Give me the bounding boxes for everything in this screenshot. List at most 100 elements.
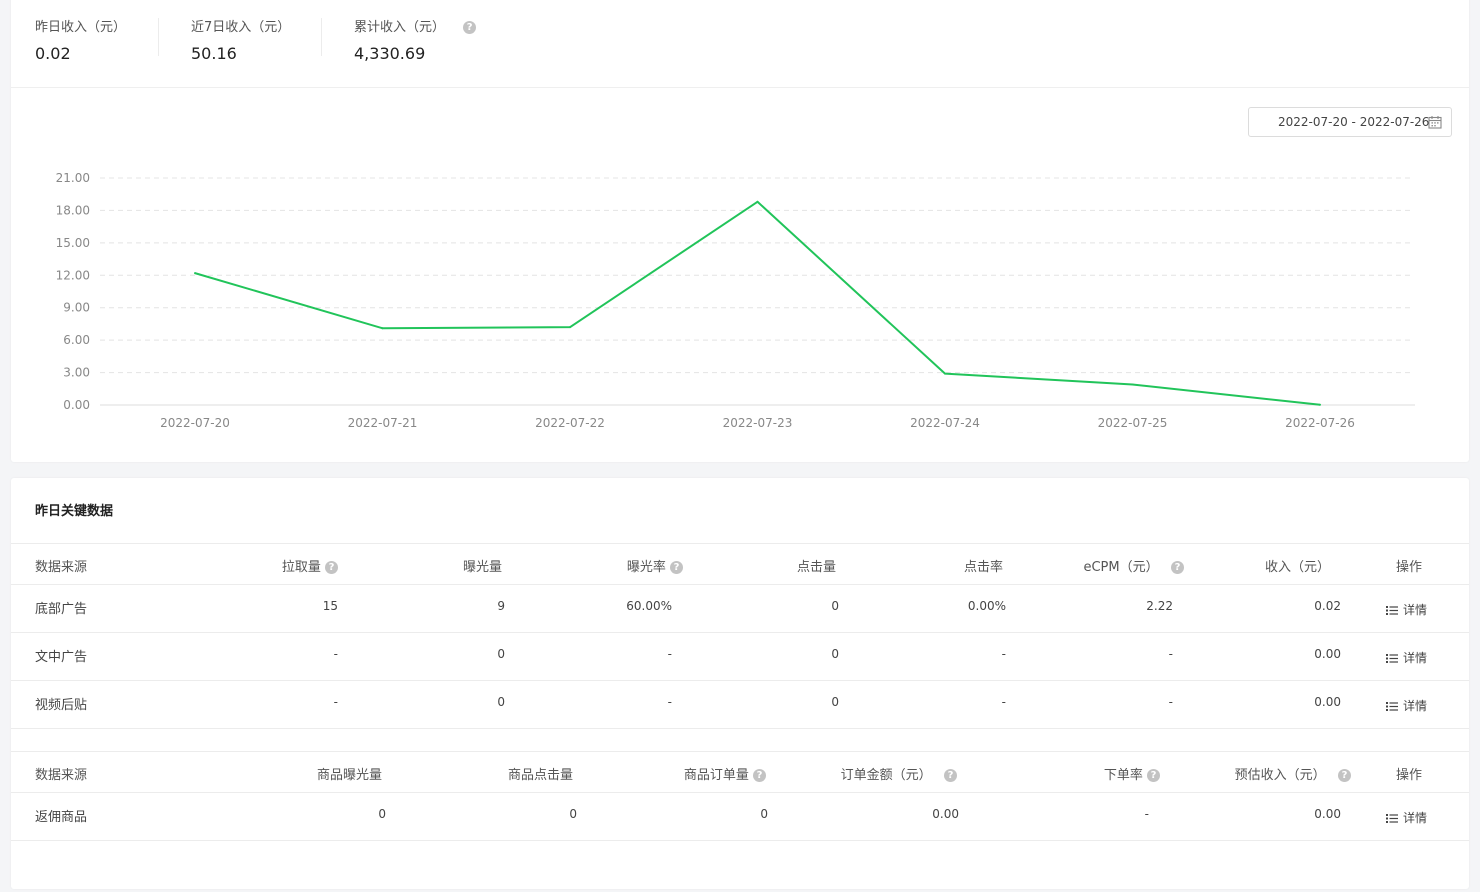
y-tick-label: 15.00 (56, 236, 90, 250)
x-tick-label: 2022-07-24 (910, 416, 980, 430)
data-point (1319, 403, 1321, 406)
cell-pull: - (333, 647, 338, 661)
cell-exposure: 0 (378, 807, 386, 821)
y-tick-label: 9.00 (63, 301, 90, 315)
cell-pull: 15 (322, 599, 338, 613)
cell-pull: - (333, 695, 338, 709)
cell-income: 0.02 (1314, 599, 1341, 613)
cell-income: 0.00 (1314, 695, 1341, 709)
table-row: 文中广告 - 0 - 0 - - 0.00 详情 (11, 632, 1469, 681)
col-order-amount: 订单金额（元） ? (841, 764, 957, 783)
table-row: 返佣商品 0 0 0 0.00 - 0.00 详情 (11, 792, 1469, 841)
detail-link[interactable]: 详情 (1386, 601, 1427, 618)
data-point (569, 326, 571, 329)
cell-clicks: 0 (569, 807, 577, 821)
col-exposure: 曝光量 (462, 560, 502, 575)
x-tick-label: 2022-07-26 (1285, 416, 1355, 430)
x-tick-label: 2022-07-22 (535, 416, 605, 430)
row-source: 底部广告 (35, 602, 88, 617)
income-overview-card: 昨日收入（元） 0.02 近7日收入（元） 50.16 累计收入（元） ? 4,… (11, 0, 1469, 462)
col-product-orders: 商品订单量 ? (684, 764, 766, 783)
cell-exposure: 0 (497, 695, 505, 709)
y-tick-label: 6.00 (63, 333, 90, 347)
col-product-orders-label: 商品订单量 (683, 768, 749, 783)
col-pull: 拉取量 ? (282, 556, 338, 575)
data-point (944, 372, 946, 375)
cell-ctr: - (1001, 647, 1006, 661)
help-icon[interactable]: ? (1147, 769, 1160, 782)
series-line (194, 200, 1321, 406)
col-order-amount-label: 订单金额（元） (840, 768, 932, 783)
help-icon[interactable]: ? (1338, 769, 1351, 782)
detail-link[interactable]: 详情 (1386, 809, 1427, 826)
y-tick-label: 0.00 (63, 398, 90, 412)
data-point (194, 272, 196, 275)
col-exposure-rate-label: 曝光率 (626, 560, 666, 575)
data-point (1131, 383, 1134, 386)
col-source: 数据来源 (35, 560, 88, 575)
detail-link[interactable]: 详情 (1386, 649, 1427, 666)
cell-clicks: 0 (831, 647, 839, 661)
row-source: 文中广告 (35, 650, 88, 665)
col-exposure-rate: 曝光率 ? (627, 556, 683, 575)
x-tick-label: 2022-07-23 (723, 416, 793, 430)
table-row: 底部广告 15 9 60.00% 0 0.00% 2.22 0.02 详情 (11, 584, 1469, 633)
list-icon (1386, 702, 1398, 711)
cell-ecpm: - (1168, 695, 1173, 709)
col-action: 操作 (1396, 560, 1423, 575)
cell-income: 0.00 (1314, 807, 1341, 821)
cell-amount: 0.00 (932, 807, 959, 821)
list-icon (1386, 606, 1398, 615)
cell-ecpm: - (1168, 647, 1173, 661)
col-ecpm: eCPM（元） ? (1083, 556, 1184, 575)
col-est-income: 预估收入（元） ? (1235, 764, 1351, 783)
list-icon (1386, 814, 1398, 823)
x-tick-label: 2022-07-20 (160, 416, 230, 430)
cell-orders: 0 (760, 807, 768, 821)
detail-label: 详情 (1403, 651, 1428, 665)
col-action: 操作 (1396, 768, 1423, 783)
cell-ctr: 0.00% (967, 599, 1006, 613)
y-tick-label: 12.00 (56, 268, 90, 282)
help-icon[interactable]: ? (753, 769, 766, 782)
help-icon[interactable]: ? (670, 561, 683, 574)
y-tick-label: 21.00 (56, 171, 90, 185)
y-tick-label: 18.00 (56, 203, 90, 217)
col-clicks: 点击量 (796, 560, 836, 575)
col-income: 收入（元） (1264, 560, 1330, 575)
col-order-rate: 下单率 ? (1104, 764, 1160, 783)
help-icon[interactable]: ? (944, 769, 957, 782)
cell-income: 0.00 (1314, 647, 1341, 661)
key-data-card: 昨日关键数据 数据来源 拉取量 ? 曝光量 曝光率 ? 点击量 点击率 eCPM… (11, 478, 1469, 889)
x-tick-label: 2022-07-25 (1098, 416, 1168, 430)
ad-table-header: 数据来源 拉取量 ? 曝光量 曝光率 ? 点击量 点击率 eCPM（元） ? 收… (11, 543, 1469, 585)
cell-rate: - (1144, 807, 1149, 821)
cell-clicks: 0 (831, 599, 839, 613)
col-source: 数据来源 (35, 768, 88, 783)
y-tick-label: 3.00 (63, 366, 90, 380)
data-point (381, 327, 384, 330)
col-est-income-label: 预估收入（元） (1234, 768, 1326, 783)
list-icon (1386, 654, 1398, 663)
col-ecpm-label: eCPM（元） (1083, 560, 1159, 575)
cell-exposure_rate: 60.00% (626, 599, 672, 613)
data-point (756, 200, 759, 203)
cell-ctr: - (1001, 695, 1006, 709)
col-ctr: 点击率 (963, 560, 1003, 575)
help-icon[interactable]: ? (1171, 561, 1184, 574)
section-title: 昨日关键数据 (35, 504, 114, 519)
detail-label: 详情 (1403, 699, 1428, 713)
col-product-clicks: 商品点击量 (507, 768, 573, 783)
detail-label: 详情 (1403, 603, 1428, 617)
cell-ecpm: 2.22 (1146, 599, 1173, 613)
col-pull-label: 拉取量 (281, 560, 321, 575)
detail-link[interactable]: 详情 (1386, 697, 1427, 714)
income-line-chart: 0.00 3.00 6.00 9.00 12.00 15.00 18.00 21.00 2022… (56, 171, 1415, 430)
detail-label: 详情 (1403, 811, 1428, 825)
cell-exposure_rate: - (667, 695, 672, 709)
help-icon[interactable]: ? (325, 561, 338, 574)
row-source: 视频后贴 (35, 698, 88, 713)
table-row: 视频后贴 - 0 - 0 - - 0.00 详情 (11, 680, 1469, 729)
product-table-header: 数据来源 商品曝光量 商品点击量 商品订单量 ? 订单金额（元） ? 下单率 ?… (11, 751, 1469, 793)
x-tick-label: 2022-07-21 (348, 416, 418, 430)
